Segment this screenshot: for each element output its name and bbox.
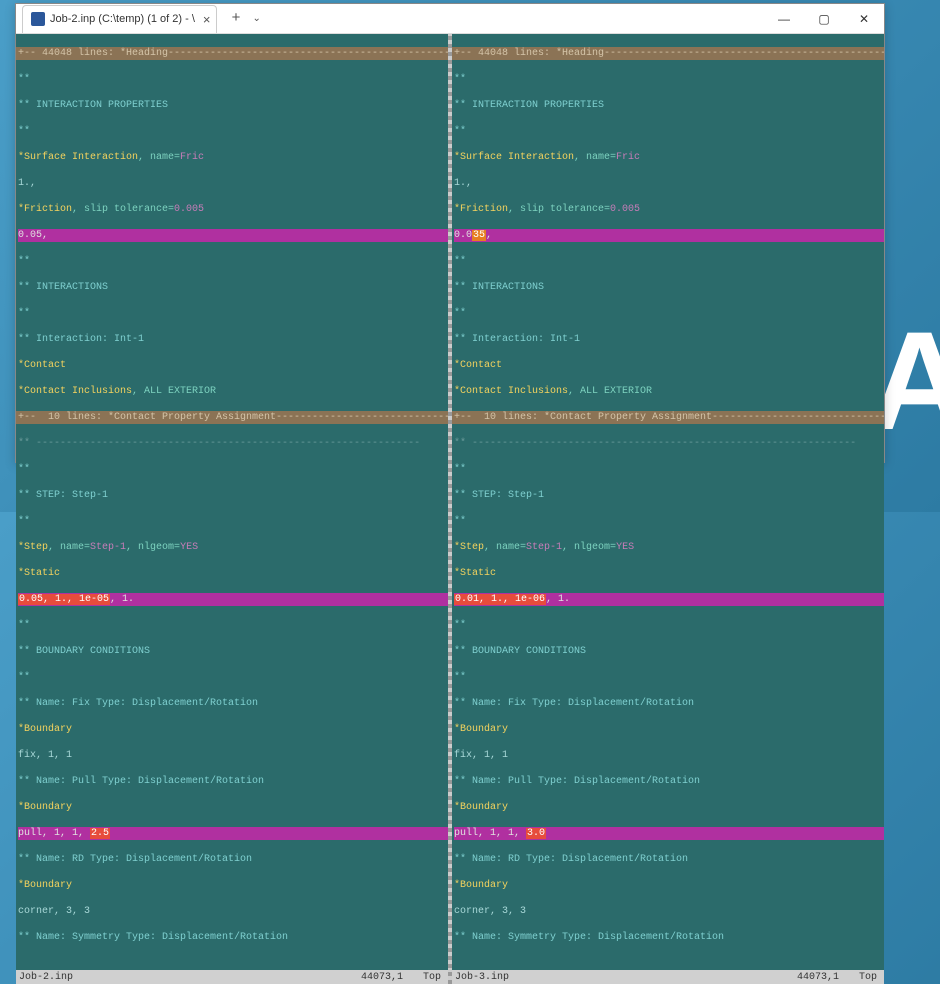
- fold-header[interactable]: +-- 44048 lines: *Heading---------------…: [16, 47, 448, 60]
- left-pane[interactable]: +-- 44048 lines: *Heading---------------…: [16, 34, 448, 984]
- new-tab-button[interactable]: +: [225, 10, 246, 27]
- diff-line: 0.035,: [454, 229, 884, 242]
- tab-dropdown-icon[interactable]: ⌄: [253, 13, 261, 25]
- fold-header[interactable]: +-- 10 lines: *Contact Property Assignme…: [16, 411, 448, 424]
- right-pane[interactable]: +-- 44048 lines: *Heading---------------…: [452, 34, 884, 984]
- diff-line: 0.01, 1., 1e-06, 1.: [454, 593, 884, 606]
- diff-line: pull, 1, 1, 3.0: [454, 827, 884, 840]
- diff-line: 0.05, 1., 1e-05, 1.: [18, 593, 448, 606]
- diff-line: pull, 1, 1, 2.5: [18, 827, 448, 840]
- editor-area: +-- 44048 lines: *Heading---------------…: [16, 34, 884, 984]
- tab-title: Job-2.inp (C:\temp) (1 of 2) - \: [50, 13, 195, 25]
- app-icon: [31, 12, 45, 26]
- diff-line: 0.05,: [18, 229, 448, 242]
- status-position: 44073,1: [361, 972, 403, 983]
- fold-header[interactable]: +-- 44048 lines: *Heading---------------…: [452, 47, 884, 60]
- tab-active[interactable]: Job-2.inp (C:\temp) (1 of 2) - \ ×: [22, 5, 217, 33]
- minimize-button[interactable]: —: [764, 4, 804, 34]
- status-filename: Job-3.inp: [455, 972, 509, 983]
- left-content[interactable]: +-- 44048 lines: *Heading---------------…: [16, 34, 448, 970]
- status-line-left: Job-2.inp 44073,1 Top: [16, 970, 448, 984]
- close-tab-icon[interactable]: ×: [203, 12, 211, 27]
- status-scroll: Top: [423, 972, 441, 983]
- status-position: 44073,1: [797, 972, 839, 983]
- status-line-right: Job-3.inp 44073,1 Top: [452, 970, 884, 984]
- status-filename: Job-2.inp: [19, 972, 73, 983]
- app-window: Job-2.inp (C:\temp) (1 of 2) - \ × + ⌄ —…: [15, 3, 885, 463]
- status-scroll: Top: [859, 972, 877, 983]
- close-button[interactable]: ✕: [844, 4, 884, 34]
- fold-header[interactable]: +-- 10 lines: *Contact Property Assignme…: [452, 411, 884, 424]
- maximize-button[interactable]: ▢: [804, 4, 844, 34]
- right-content[interactable]: +-- 44048 lines: *Heading---------------…: [452, 34, 884, 970]
- window-controls: — ▢ ✕: [764, 4, 884, 34]
- titlebar[interactable]: Job-2.inp (C:\temp) (1 of 2) - \ × + ⌄ —…: [16, 4, 884, 34]
